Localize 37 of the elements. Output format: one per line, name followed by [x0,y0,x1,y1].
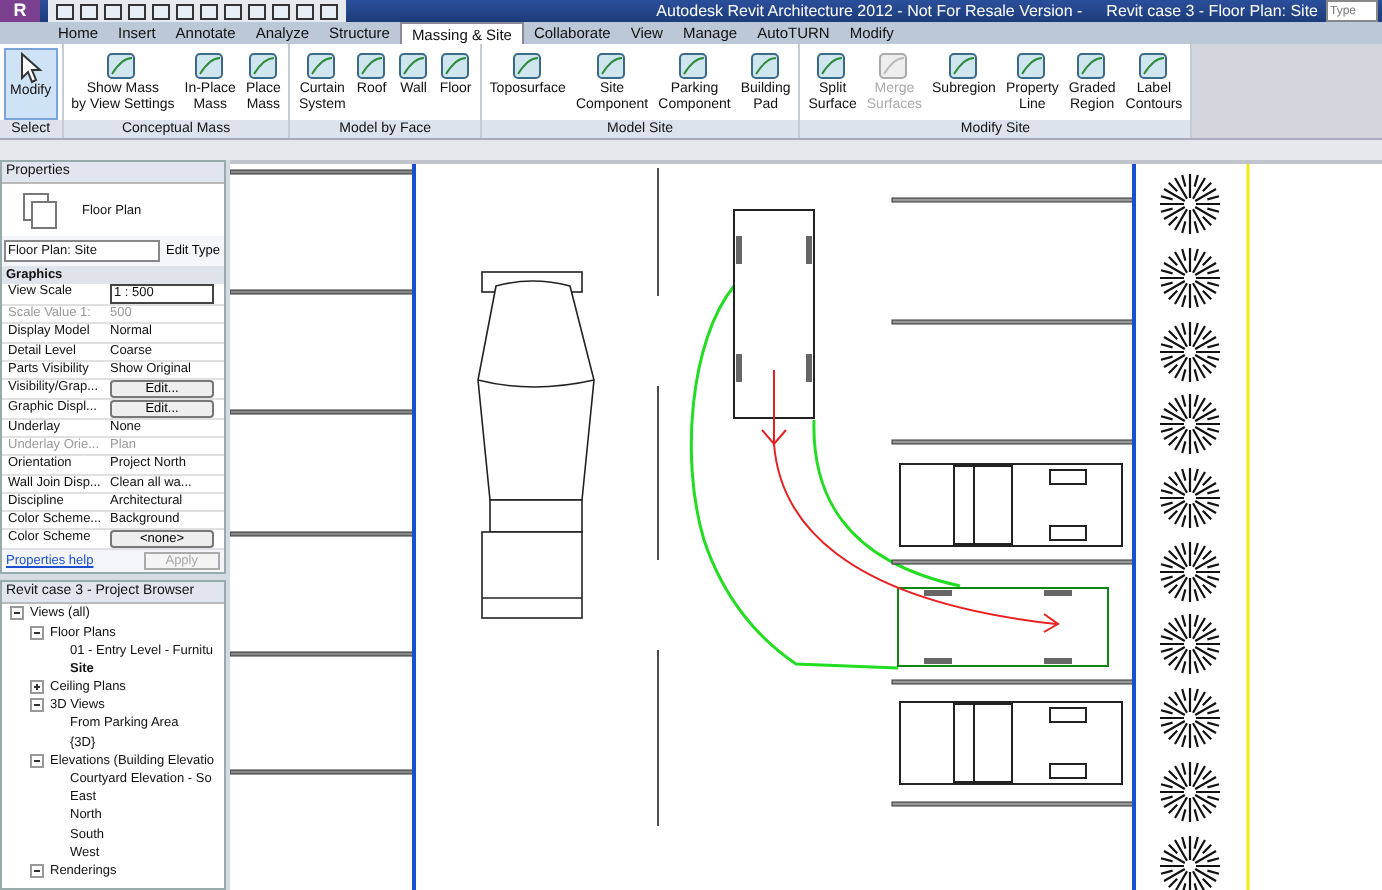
expander-icon[interactable] [10,606,24,621]
tool-icon [947,50,980,82]
tool-icon [511,50,544,82]
tree-symbol [1158,466,1222,530]
tree-symbol [1158,760,1222,824]
tree-symbol [1158,540,1222,604]
expander-icon[interactable] [30,863,44,878]
tool-icon [1076,50,1109,82]
tree-symbol [1158,834,1222,890]
tree-symbol [1158,246,1222,310]
tree-symbol [1158,172,1222,236]
tool-icon [678,50,711,82]
expander-icon[interactable] [30,625,44,640]
tool-icon [247,50,280,82]
tool-icon [816,50,849,82]
document-title: Revit case 3 - Floor Plan: Site [1106,2,1318,20]
expander-icon[interactable] [30,698,44,713]
expander-icon[interactable] [30,753,44,768]
app-menu-button[interactable]: R [0,0,40,22]
tool-icon [355,50,388,82]
cursor-icon [16,52,45,84]
tree-symbol [1158,612,1222,676]
tree-symbol [1158,392,1222,456]
tool-icon [306,50,339,82]
tool-icon [106,50,139,82]
tool-icon [397,50,430,82]
tool-icon [749,50,782,82]
tool-icon [878,50,911,82]
expander-icon[interactable] [30,680,44,695]
tool-icon [1016,50,1049,82]
tool-icon [596,50,629,82]
tree-symbol [1158,686,1222,750]
tree-symbol [1158,320,1222,384]
tool-icon [439,50,472,82]
tool-icon [194,50,227,82]
tool-icon [1137,50,1170,82]
window-title: Autodesk Revit Architecture 2012 - Not For Resale Version - [656,2,1083,20]
